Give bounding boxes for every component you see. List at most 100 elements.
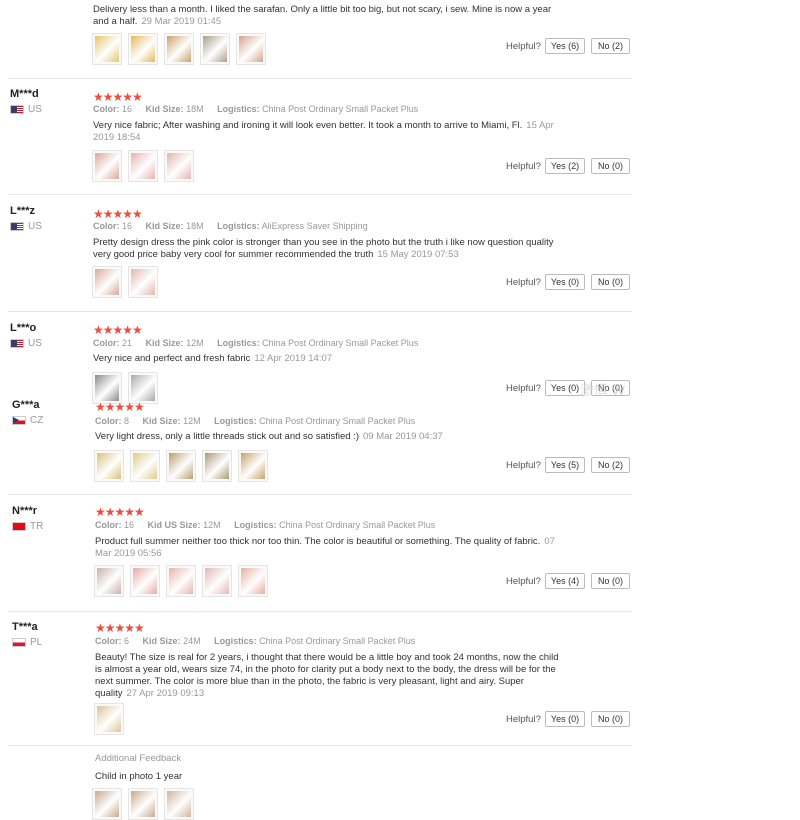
review-photo-thumbnail[interactable] [128,788,158,820]
helpful-no-button[interactable]: No (0) [591,274,630,290]
review-text: Beauty! The size is real for 2 years, i … [95,652,565,700]
helpful-no-button[interactable]: No (0) [591,158,630,174]
review-text: Very light dress, only a little threads … [95,431,565,443]
logistics-label: Logistics: [214,636,257,646]
photo-image [239,36,263,62]
review-text: Very nice fabric; After washing and iron… [93,120,563,144]
review-photo-thumbnail[interactable] [164,150,194,182]
review-photo-thumbnail[interactable] [128,33,158,65]
additional-feedback-label: Additional Feedback [95,753,182,764]
photo-image [95,36,119,62]
color-label: Color: [93,338,120,348]
divider [8,78,632,79]
photo-image [95,375,119,401]
photo-image [167,791,191,817]
review-photo-thumbnail[interactable] [94,450,124,482]
reviewer-country: US [10,221,42,232]
review-photo-thumbnail[interactable] [164,788,194,820]
helpful-label: Helpful? [506,576,541,587]
review-photo-thumbnail[interactable] [92,150,122,182]
review-photo-thumbnail[interactable] [92,788,122,820]
review-photo-thumbnail[interactable] [200,33,230,65]
helpful-yes-button[interactable]: Yes (0) [545,380,585,396]
review-photo-thumbnail[interactable] [166,565,196,597]
flag-icon [10,222,24,231]
review-photos [94,703,124,735]
helpful-yes-button[interactable]: Yes (2) [545,158,585,174]
review-photo-thumbnail[interactable] [236,33,266,65]
review-photo-thumbnail[interactable] [128,150,158,182]
photo-image [169,453,193,479]
review-text: Delivery less than a month. I liked the … [93,4,552,27]
photo-image [169,568,193,594]
review-text: Pretty design dress the pink color is st… [93,237,563,261]
helpful-yes-button[interactable]: Yes (5) [545,457,585,473]
flag-icon [12,522,26,531]
order-info: Color: 21 Kid Size: 12M Logistics: China… [93,338,418,348]
helpful-yes-button[interactable]: Yes (6) [545,38,585,54]
photo-image [205,568,229,594]
review-photos [92,150,194,182]
review-photo-thumbnail[interactable] [164,33,194,65]
reviewer-name: M***d [10,88,39,100]
additional-feedback-text: Child in photo 1 year [95,771,183,782]
review-photo-thumbnail[interactable] [94,565,124,597]
star-rating: ★★★★★ [95,505,145,519]
photo-image [95,791,119,817]
photo-image [241,568,265,594]
logistics-value: China Post Ordinary Small Packet Plus [279,520,436,530]
country-code: PL [30,637,43,648]
logistics-value: China Post Ordinary Small Packet Plus [262,338,419,348]
review-photo-thumbnail[interactable] [238,450,268,482]
review-photo-thumbnail[interactable] [166,450,196,482]
review-photo-thumbnail[interactable] [94,703,124,735]
photo-image [131,791,155,817]
reviewer-country: US [10,104,42,115]
color-label: Color: [93,221,120,231]
flag-icon [10,339,24,348]
photo-image [97,568,121,594]
photo-image [167,153,191,179]
color-value: 21 [122,338,133,348]
color-value: 16 [122,221,133,231]
review-photo-thumbnail[interactable] [92,266,122,298]
country-code: US [28,338,42,349]
review-text: Product full summer neither too thick no… [95,536,565,560]
logistics-label: Logistics: [214,416,257,426]
helpful-no-button[interactable]: No (0) [591,573,630,589]
star-rating: ★★★★★ [95,621,145,635]
country-code: US [28,104,42,115]
watermark: 激情 W [580,382,626,398]
photo-image [131,269,155,295]
helpful-label: Helpful? [506,161,541,172]
divider [8,494,632,495]
review-photo-thumbnail[interactable] [202,450,232,482]
helpful-label: Helpful? [506,41,541,52]
review-photo-thumbnail[interactable] [130,450,160,482]
review-photo-thumbnail[interactable] [92,33,122,65]
photo-image [95,153,119,179]
reviewer-country: US [10,338,42,349]
review-photo-thumbnail[interactable] [128,266,158,298]
helpful-yes-button[interactable]: Yes (0) [545,711,585,727]
helpful-no-button[interactable]: No (0) [591,711,630,727]
reviewer-name: L***z [10,205,36,217]
photo-image [95,269,119,295]
review-photo-thumbnail[interactable] [238,565,268,597]
additional-feedback-photos [92,788,194,820]
review-date: 12 Apr 2019 14:07 [254,353,333,364]
helpful-yes-button[interactable]: Yes (4) [545,573,585,589]
review-photo-thumbnail[interactable] [202,565,232,597]
helpful-no-button[interactable]: No (2) [591,457,630,473]
photo-image [241,453,265,479]
photo-image [133,568,157,594]
star-rating: ★★★★★ [93,207,143,221]
review-body: Product full summer neither too thick no… [95,536,541,547]
helpful-no-button[interactable]: No (2) [591,38,630,54]
photo-image [131,375,155,401]
helpful-yes-button[interactable]: Yes (0) [545,274,585,290]
helpful-label: Helpful? [506,714,541,725]
size-value: 12M [183,416,201,426]
review-photos [92,266,158,298]
review-photo-thumbnail[interactable] [130,565,160,597]
